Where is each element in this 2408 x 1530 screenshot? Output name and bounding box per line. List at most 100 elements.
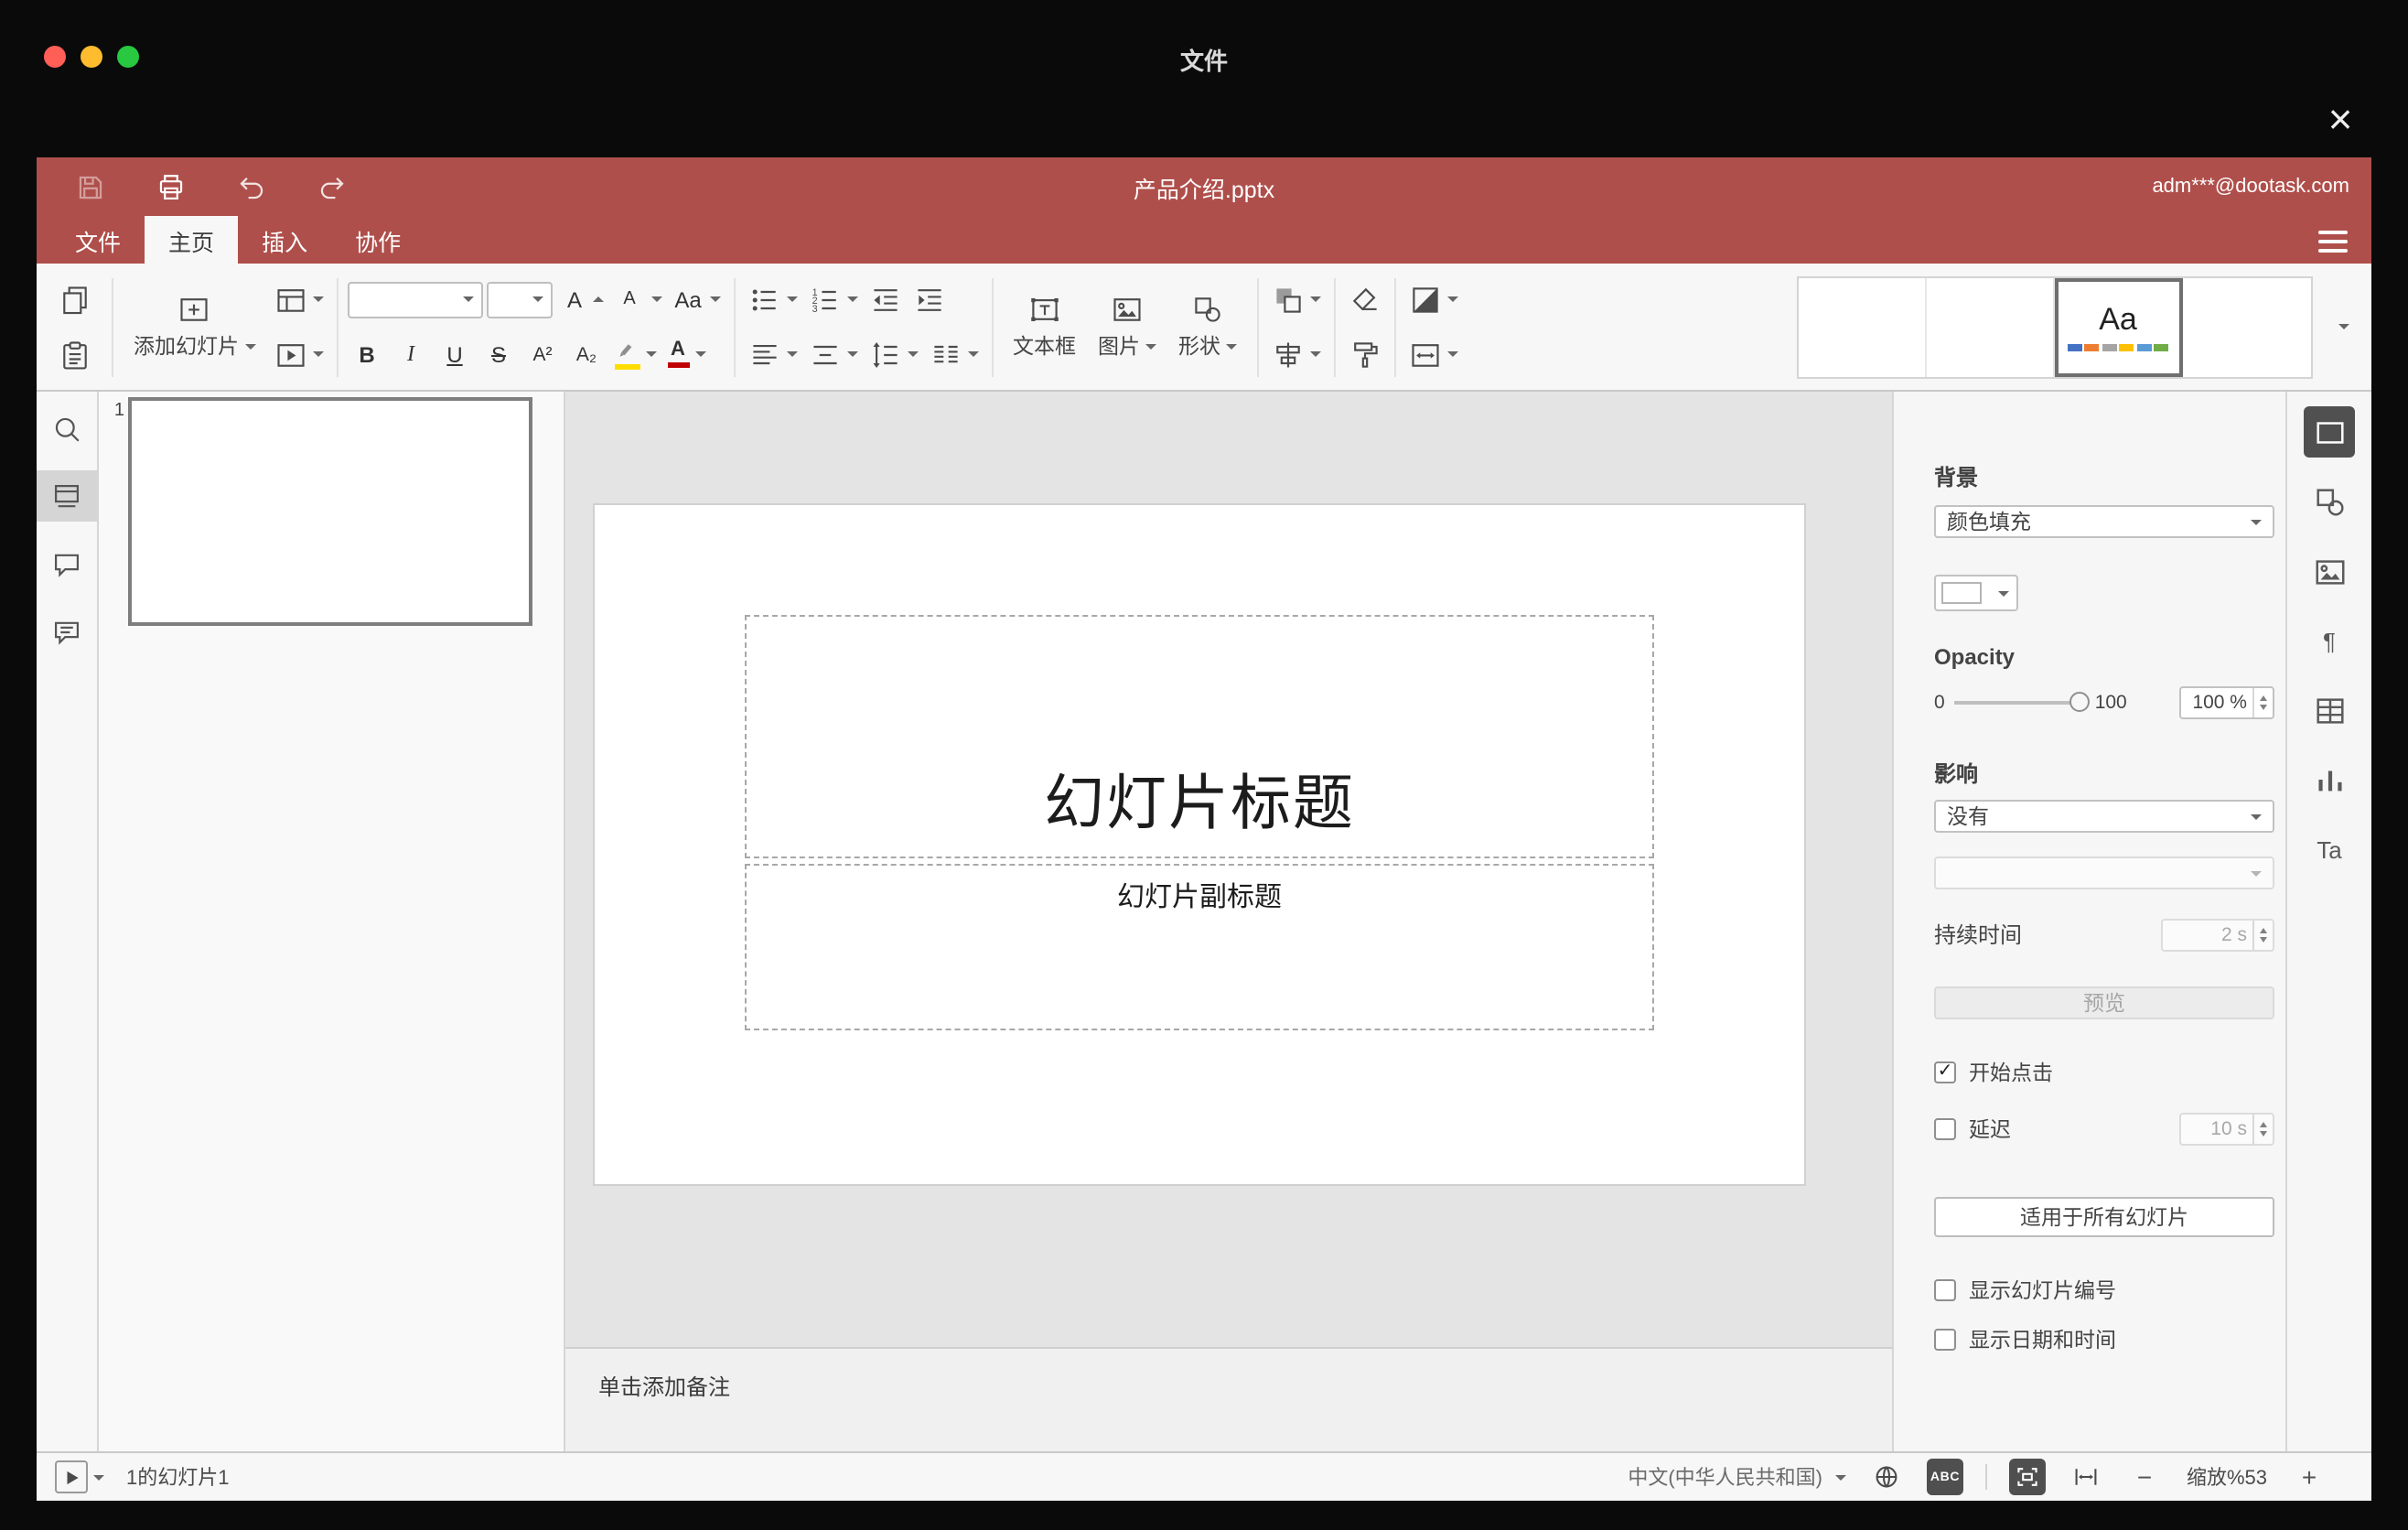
chevron-down-icon	[2251, 870, 2262, 876]
start-slideshow-button[interactable]	[270, 332, 327, 376]
slide-fill-button[interactable]	[1405, 277, 1462, 321]
close-traffic-light[interactable]	[44, 46, 66, 68]
hamburger-menu-icon[interactable]	[2318, 231, 2348, 253]
highlight-color-button[interactable]	[610, 332, 660, 376]
zoom-in-button[interactable]: +	[2291, 1459, 2327, 1495]
workspace: 1 幻灯片标题 幻灯片副标题 单击添加备注 背景 颜色填充 Opacity 0 …	[37, 392, 2371, 1451]
tab-insert[interactable]: 插入	[238, 216, 331, 264]
insert-shape-button[interactable]: 形状	[1167, 270, 1248, 383]
undo-button[interactable]	[232, 168, 269, 205]
delay-row: 延迟 10 s	[1934, 1113, 2274, 1146]
theme-option-2[interactable]	[1927, 277, 2055, 376]
decrease-font-button[interactable]: A	[610, 277, 665, 321]
minimize-traffic-light[interactable]	[81, 46, 102, 68]
left-sidebar	[37, 392, 99, 1451]
paste-button[interactable]	[55, 332, 95, 376]
bold-button[interactable]: B	[347, 332, 387, 376]
change-layout-button[interactable]	[270, 277, 327, 321]
vertical-align-button[interactable]	[804, 332, 861, 376]
slider-knob[interactable]	[2069, 692, 2090, 712]
slide-thumbnail[interactable]	[128, 397, 532, 626]
font-size-select[interactable]	[486, 281, 552, 318]
copy-style-button[interactable]	[1345, 332, 1385, 376]
search-button[interactable]	[37, 403, 98, 454]
underline-button[interactable]: U	[435, 332, 475, 376]
fit-to-slide-button[interactable]	[2009, 1459, 2046, 1495]
tab-collaborate[interactable]: 协作	[331, 216, 425, 264]
slide-canvas[interactable]: 幻灯片标题 幻灯片副标题	[565, 392, 1892, 1347]
redo-button[interactable]	[313, 168, 349, 205]
copy-button[interactable]	[55, 277, 95, 321]
image-settings-button[interactable]	[2304, 545, 2355, 597]
feedback-button[interactable]	[37, 606, 98, 657]
set-language-button[interactable]	[1868, 1459, 1905, 1495]
opacity-input[interactable]: 100 %	[2179, 686, 2274, 719]
line-spacing-button[interactable]	[865, 332, 921, 376]
show-slide-number-checkbox[interactable]: 显示幻灯片编号	[1934, 1276, 2274, 1305]
opacity-slider[interactable]	[1953, 692, 2090, 712]
spellcheck-button[interactable]: ABC	[1927, 1459, 1963, 1495]
shape-settings-button[interactable]	[2304, 476, 2355, 527]
theme-option-4[interactable]	[2183, 277, 2311, 376]
italic-button[interactable]: I	[391, 332, 431, 376]
background-fill-select[interactable]: 颜色填充	[1934, 505, 2274, 538]
font-name-select[interactable]	[347, 281, 482, 318]
subscript-button[interactable]: A₂	[566, 332, 607, 376]
change-case-button[interactable]: Aa	[669, 277, 724, 321]
slide-title-text: 幻灯片标题	[1044, 769, 1355, 836]
notes-area[interactable]: 单击添加备注	[565, 1347, 1892, 1451]
effect-select[interactable]: 没有	[1934, 800, 2274, 833]
expand-themes-button[interactable]	[2320, 305, 2360, 349]
theme-option-selected[interactable]: Aa	[2055, 277, 2183, 376]
insert-image-button[interactable]: 图片	[1087, 270, 1167, 383]
strikethrough-button[interactable]: S	[478, 332, 519, 376]
clear-style-button[interactable]	[1345, 277, 1385, 321]
textart-settings-button[interactable]: Ta	[2304, 824, 2355, 875]
chart-settings-button[interactable]	[2304, 754, 2355, 805]
slide[interactable]: 幻灯片标题 幻灯片副标题	[593, 503, 1806, 1186]
paragraph-settings-button[interactable]: ¶	[2304, 615, 2355, 666]
fullscreen-traffic-light[interactable]	[117, 46, 139, 68]
slide-settings-button[interactable]	[2304, 406, 2355, 458]
font-color-button[interactable]: A	[663, 332, 709, 376]
subtitle-placeholder[interactable]: 幻灯片副标题	[745, 864, 1654, 1030]
bullet-list-button[interactable]	[744, 277, 801, 321]
align-shapes-button[interactable]	[1268, 332, 1325, 376]
title-placeholder[interactable]: 幻灯片标题	[745, 615, 1654, 858]
chevron-down-icon	[907, 351, 918, 357]
chevron-down-icon	[312, 296, 323, 302]
theme-option-1[interactable]	[1799, 277, 1927, 376]
background-color-select[interactable]	[1934, 575, 2018, 611]
slides-panel-button[interactable]	[37, 470, 98, 522]
arrange-shapes-button[interactable]	[1268, 277, 1325, 321]
tab-home[interactable]: 主页	[145, 216, 239, 264]
increase-indent-button[interactable]	[908, 277, 949, 321]
start-preview-button[interactable]	[55, 1460, 88, 1493]
horizontal-align-button[interactable]	[744, 332, 801, 376]
start-on-click-checkbox[interactable]: ✓ 开始点击	[1934, 1058, 2274, 1087]
insert-textbox-button[interactable]: 文本框	[1002, 270, 1087, 383]
table-settings-button[interactable]	[2304, 684, 2355, 736]
delay-checkbox[interactable]: 延迟	[1934, 1115, 2011, 1144]
tab-file[interactable]: 文件	[51, 216, 145, 264]
numbered-list-button[interactable]: 123	[804, 277, 861, 321]
apply-to-all-button[interactable]: 适用于所有幻灯片	[1934, 1197, 2274, 1237]
language-selector[interactable]: 中文(中华人民共和国)	[1628, 1462, 1846, 1492]
columns-button[interactable]	[925, 332, 982, 376]
decrease-indent-button[interactable]	[865, 277, 905, 321]
slide-size-button[interactable]	[1405, 332, 1462, 376]
superscript-button[interactable]: A²	[522, 332, 563, 376]
spinner-icon[interactable]	[2252, 688, 2273, 717]
add-slide-button[interactable]: 添加幻灯片	[123, 270, 266, 383]
comments-button[interactable]	[37, 538, 98, 589]
show-date-time-checkbox[interactable]: 显示日期和时间	[1934, 1325, 2274, 1354]
increase-font-button[interactable]: A	[555, 277, 607, 321]
fit-to-width-button[interactable]	[2068, 1459, 2104, 1495]
print-button[interactable]	[152, 168, 188, 205]
chevron-down-icon[interactable]	[93, 1474, 104, 1480]
caret-down-icon	[650, 296, 661, 302]
close-icon[interactable]: ×	[2317, 96, 2364, 145]
save-button[interactable]	[71, 168, 108, 205]
chat-icon	[54, 620, 80, 644]
zoom-out-button[interactable]: −	[2126, 1459, 2163, 1495]
